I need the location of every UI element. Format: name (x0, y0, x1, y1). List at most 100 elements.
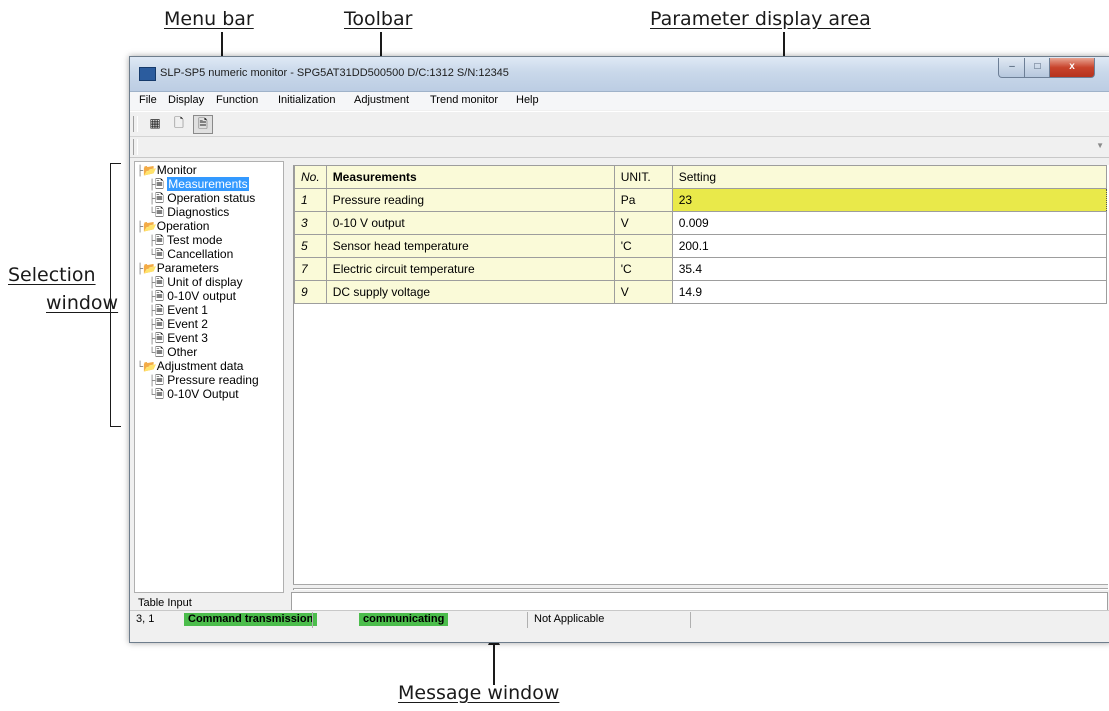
document-icon: 🗎 (155, 333, 164, 345)
tree-group-parameters[interactable]: ├📂Parameters (137, 261, 219, 275)
toolbar-callout: Toolbar (344, 8, 413, 30)
message-input[interactable] (291, 592, 1108, 611)
selection-window-bracket (110, 163, 121, 427)
column-header-measurements[interactable]: Measurements (325, 165, 615, 189)
measurement-unit: 'C (613, 234, 673, 258)
column-header-setting[interactable]: Setting (671, 165, 1108, 189)
menu-file[interactable]: File (139, 94, 157, 106)
table-header-row: No. Measurements UNIT. Setting (294, 165, 1108, 189)
column-header-no[interactable]: No. (294, 165, 327, 189)
document-icon: 🗎 (155, 305, 164, 317)
tree-item-event-1[interactable]: ├🗎 Event 1 (149, 303, 208, 317)
document-icon: 🗎 (155, 193, 164, 205)
document-icon: 🗎 (155, 291, 164, 303)
app-icon (139, 67, 156, 81)
selection-window-callout-line1: Selection (8, 264, 96, 286)
row-number: 9 (294, 280, 327, 304)
setting-cell[interactable]: 200.1 (671, 234, 1108, 258)
menu-adjustment[interactable]: Adjustment (354, 94, 409, 106)
document-icon: 🗎 (155, 179, 164, 191)
combo-bar[interactable]: ▼ (130, 137, 1109, 158)
menu-trend-monitor[interactable]: Trend monitor (430, 94, 498, 106)
tree-item-other[interactable]: └🗎 Other (149, 345, 197, 359)
document-icon: 🗎 (155, 319, 164, 331)
tree-item-0-10v-output[interactable]: ├🗎 0-10V output (149, 289, 236, 303)
tree-item-event-3[interactable]: ├🗎 Event 3 (149, 331, 208, 345)
message-window-arrow (493, 643, 495, 685)
measurement-unit: V (613, 211, 673, 235)
table-row: 1 Pressure reading Pa 23 (294, 188, 1108, 212)
setting-cell[interactable]: 23 (671, 188, 1108, 212)
menu-display[interactable]: Display (168, 94, 204, 106)
folder-open-icon: 📂 (143, 221, 157, 233)
measurement-name: 0-10 V output (325, 211, 615, 235)
setting-cell[interactable]: 35.4 (671, 257, 1108, 281)
toolbar: ▦ 🗋 🗎 (130, 111, 1109, 137)
app-window: SLP-SP5 numeric monitor - SPG5AT31DD5005… (129, 56, 1109, 643)
close-button[interactable]: x (1049, 58, 1095, 78)
folder-open-icon: 📂 (143, 361, 157, 373)
status-separator (312, 612, 313, 628)
document-icon: 🗎 (155, 249, 164, 261)
tree-item-operation-status[interactable]: ├🗎 Operation status (149, 191, 255, 205)
tree-group-adjustment-data[interactable]: └📂Adjustment data (137, 359, 243, 373)
tree-item-pressure-reading[interactable]: ├🗎 Pressure reading (149, 373, 259, 387)
table-row: 9 DC supply voltage V 14.9 (294, 280, 1108, 304)
tree-item-unit-of-display[interactable]: ├🗎 Unit of display (149, 275, 243, 289)
tree-item-event-2[interactable]: ├🗎 Event 2 (149, 317, 208, 331)
toolbar-grip[interactable] (133, 116, 138, 132)
selection-tree: ├📂Monitor ├🗎 Measurements ├🗎 Operation s… (134, 161, 284, 593)
maximize-button[interactable]: □ (1024, 58, 1051, 78)
title-bar[interactable]: SLP-SP5 numeric monitor - SPG5AT31DD5005… (130, 57, 1109, 92)
message-window-callout: Message window (398, 682, 560, 704)
selection-window-callout-line2: window (46, 292, 119, 314)
tree-item-test-mode[interactable]: ├🗎 Test mode (149, 233, 222, 247)
document-list-icon[interactable]: 🗎 (193, 115, 213, 134)
measurement-name: Sensor head temperature (325, 234, 615, 258)
document-icon: 🗎 (155, 235, 164, 247)
measurement-unit: Pa (613, 188, 673, 212)
window-title: SLP-SP5 numeric monitor - SPG5AT31DD5005… (160, 67, 509, 79)
menu-initialization[interactable]: Initialization (278, 94, 335, 106)
document-icon[interactable]: 🗋 (170, 115, 188, 132)
table-row: 5 Sensor head temperature 'C 200.1 (294, 234, 1108, 258)
status-badge-transmission: Command transmission (184, 613, 318, 626)
tree-item-diagnostics[interactable]: └🗎 Diagnostics (149, 205, 229, 219)
table-row: 3 0-10 V output V 0.009 (294, 211, 1108, 235)
menu-bar-callout: Menu bar (164, 8, 254, 30)
tree-group-monitor[interactable]: ├📂Monitor (137, 163, 197, 177)
chevron-down-icon[interactable]: ▼ (1096, 141, 1104, 150)
minimize-button[interactable]: – (998, 58, 1026, 78)
status-separator (690, 612, 691, 628)
setting-cell[interactable]: 0.009 (671, 211, 1108, 235)
cursor-position: 3, 1 (136, 613, 155, 625)
menu-bar: File Display Function Initialization Adj… (130, 92, 1109, 110)
setting-cell[interactable]: 14.9 (671, 280, 1108, 304)
document-icon: 🗎 (155, 347, 164, 359)
tree-group-operation[interactable]: ├📂Operation (137, 219, 209, 233)
tree-item-cancellation[interactable]: └🗎 Cancellation (149, 247, 233, 261)
status-applicable: Not Applicable (534, 613, 605, 625)
measurement-name: DC supply voltage (325, 280, 615, 304)
pane-splitter[interactable] (293, 584, 1108, 589)
document-icon: 🗎 (155, 207, 164, 219)
tree-item-measurements[interactable]: ├🗎 Measurements (149, 177, 249, 191)
menu-help[interactable]: Help (516, 94, 539, 106)
row-number: 1 (294, 188, 327, 212)
folder-open-icon: 📂 (143, 263, 157, 275)
document-icon: 🗎 (155, 277, 164, 289)
parameter-display-area-callout: Parameter display area (650, 8, 871, 30)
row-number: 5 (294, 234, 327, 258)
menu-function[interactable]: Function (216, 94, 258, 106)
combo-bar-grip (133, 139, 138, 155)
column-header-unit[interactable]: UNIT. (613, 165, 673, 189)
status-separator (527, 612, 528, 628)
tree-item-0-10v-output-adjust[interactable]: └🗎 0-10V Output (149, 387, 239, 401)
parameter-display-area: No. Measurements UNIT. Setting 1 Pressur… (293, 165, 1109, 590)
table-view-icon[interactable]: ▦ (146, 115, 164, 132)
measurement-unit: 'C (613, 257, 673, 281)
folder-open-icon: 📂 (143, 165, 157, 177)
measurement-name: Pressure reading (325, 188, 615, 212)
parameter-table: No. Measurements UNIT. Setting 1 Pressur… (294, 165, 1108, 304)
measurement-unit: V (613, 280, 673, 304)
